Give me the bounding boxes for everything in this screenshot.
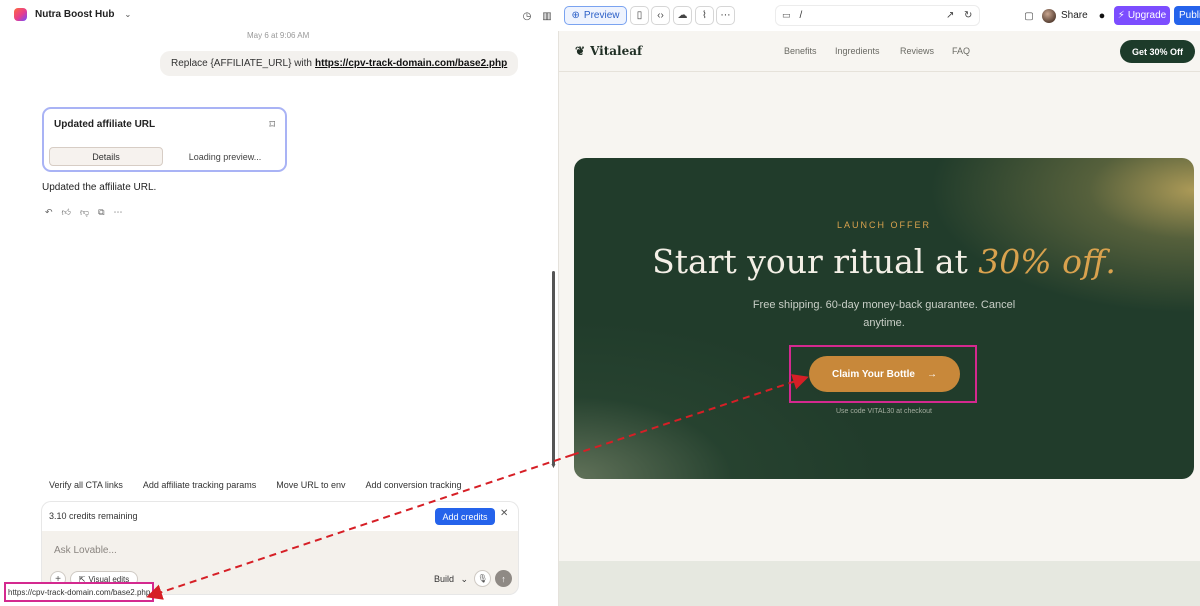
loading-preview-button[interactable]: Loading preview... (168, 147, 282, 166)
device-icon: ▭ (782, 10, 791, 20)
thumbs-down-icon[interactable]: 👎︎ (80, 207, 89, 218)
details-label: Details (92, 151, 120, 162)
share-label: Share (1061, 10, 1088, 21)
hero-headline-main: Start your ritual at (652, 242, 968, 281)
open-external-icon[interactable]: ↗ (946, 10, 954, 21)
promo-code-note: Use code VITAL30 at checkout (836, 408, 932, 415)
lightning-icon: ⚡ (1117, 10, 1125, 21)
lovable-logo-icon (14, 8, 27, 21)
avatar (1042, 8, 1056, 23)
send-button[interactable]: ↑ (495, 570, 512, 587)
suggestion-chip[interactable]: Move URL to env (269, 475, 353, 495)
credits-remaining: 3.10 credits remaining (49, 511, 138, 521)
chat-toggle-icon[interactable]: ▢ (1021, 8, 1037, 24)
chat-panel: May 6 at 9:06 AM Replace {AFFILIATE_URL}… (0, 31, 558, 606)
user-message-text: Replace {AFFILIATE_URL} with (171, 58, 312, 69)
chevron-down-icon: ⌄ (124, 10, 132, 19)
loading-preview-label: Loading preview... (188, 151, 262, 162)
nav-cta-label: Get 30% Off (1131, 46, 1183, 57)
more-tab[interactable]: ⋯ (716, 6, 735, 25)
reply-actions: ↶ 👍︎ 👎︎ ⧉ ⋯ (45, 207, 123, 218)
code-icon: ‹› (657, 10, 664, 21)
close-icon[interactable]: ✕ (500, 508, 508, 519)
project-name: Nutra Boost Hub (35, 9, 115, 20)
publish-label: Publi (1179, 10, 1200, 21)
cloud-tab[interactable]: ☁ (673, 6, 692, 25)
analytics-tab[interactable]: ⌇ (695, 6, 714, 25)
suggestion-chip[interactable]: Add conversion tracking (358, 475, 469, 495)
github-icon[interactable]: ● (1094, 8, 1110, 24)
nav-link-reviews[interactable]: Reviews (900, 46, 934, 56)
hero-section: LAUNCH OFFER Start your ritual at 30% of… (574, 158, 1194, 479)
files-tab[interactable]: ▯ (630, 6, 649, 25)
leaf-icon: ❦ (575, 44, 586, 58)
upgrade-button[interactable]: ⚡ Upgrade (1114, 6, 1170, 25)
undo-icon[interactable]: ↶ (45, 207, 53, 218)
details-button[interactable]: Details (49, 147, 163, 166)
project-switcher[interactable]: Nutra Boost Hub ⌄ (14, 8, 131, 21)
mode-select[interactable]: Build ⌄ (434, 574, 468, 585)
app-root: Nutra Boost Hub ⌄ ◷ ▥ ⊕ Preview ▯ ‹› ☁ ⌇… (0, 0, 1200, 606)
more-actions-icon[interactable]: ⋯ (114, 207, 123, 218)
url-path: / (799, 10, 803, 21)
preview-tab-label: Preview (583, 10, 620, 21)
site-navbar: ❦ Vitaleaf Benefits Ingredients Reviews … (559, 31, 1200, 72)
card-title: Updated affiliate URL (54, 119, 156, 130)
status-bar-link-url: https://cpv-track-domain.com/base2.php (4, 582, 155, 602)
hero-subtext: Free shipping. 60-day money-back guarant… (752, 299, 1016, 329)
scroll-down-icon[interactable]: ▼ (550, 463, 557, 470)
history-icon[interactable]: ◷ (519, 8, 535, 24)
copy-icon[interactable]: ⧉ (98, 207, 104, 218)
microphone-icon: 🎙︎ (477, 574, 488, 583)
add-credits-label: Add credits (442, 511, 488, 522)
thumbs-up-icon[interactable]: 👍︎ (62, 207, 71, 218)
share-button[interactable]: Share (1042, 6, 1088, 25)
hero-headline-accent: 30% off. (978, 242, 1116, 281)
user-message: Replace {AFFILIATE_URL} with https://cpv… (160, 51, 519, 76)
nav-cta-button[interactable]: Get 30% Off (1120, 40, 1195, 63)
chart-icon: ⌇ (702, 10, 707, 21)
assistant-reply: Updated the affiliate URL. (42, 182, 157, 193)
site-logo-text: Vitaleaf (590, 44, 643, 58)
next-section-band (559, 561, 1200, 606)
top-bar: Nutra Boost Hub ⌄ ◷ ▥ ⊕ Preview ▯ ‹› ☁ ⌇… (0, 0, 1200, 31)
nav-link-faq[interactable]: FAQ (952, 46, 970, 56)
user-message-link[interactable]: https://cpv-track-domain.com/base2.php (315, 58, 507, 69)
message-timestamp: May 6 at 9:06 AM (247, 31, 310, 40)
nav-link-ingredients[interactable]: Ingredients (835, 46, 880, 56)
site-logo[interactable]: ❦ Vitaleaf (575, 44, 642, 58)
more-icon: ⋯ (720, 10, 731, 21)
chat-scrollbar[interactable] (552, 271, 555, 466)
site-preview: ❦ Vitaleaf Benefits Ingredients Reviews … (558, 31, 1200, 606)
hero-eyebrow: LAUNCH OFFER (836, 220, 931, 230)
hero-headline: Start your ritual at 30% off. (574, 242, 1194, 281)
chevron-down-icon: ⌄ (460, 574, 469, 584)
edit-summary-card: Updated affiliate URL ⌑ Details Loading … (42, 107, 287, 172)
file-icon: ▯ (636, 10, 643, 21)
composer-placeholder[interactable]: Ask Lovable... (54, 545, 117, 556)
code-tab[interactable]: ‹› (651, 6, 670, 25)
suggestion-chip[interactable]: Verify all CTA links (42, 475, 130, 495)
credits-banner: 3.10 credits remaining Add credits ✕ (41, 501, 519, 531)
add-credits-button[interactable]: Add credits (435, 508, 495, 525)
publish-button[interactable]: Publi (1174, 6, 1200, 25)
status-bar-url-text: https://cpv-track-domain.com/base2.php (8, 587, 151, 597)
suggestion-chips: Verify all CTA links Add affiliate track… (42, 475, 469, 495)
arrow-up-icon: ↑ (501, 573, 506, 584)
cta-highlight-box (789, 345, 977, 403)
refresh-icon[interactable]: ↻ (964, 10, 972, 21)
microphone-button[interactable]: 🎙︎ (474, 570, 491, 587)
nav-link-benefits[interactable]: Benefits (784, 46, 817, 56)
suggestion-chip[interactable]: Add affiliate tracking params (135, 475, 264, 495)
preview-tab[interactable]: ⊕ Preview (564, 6, 627, 25)
cloud-icon: ☁ (677, 10, 688, 21)
preview-url-bar[interactable]: ▭ / ↗ ↻ (775, 5, 980, 26)
mode-label: Build (434, 574, 455, 584)
globe-icon: ⊕ (571, 10, 580, 21)
sidebar-toggle-icon[interactable]: ▥ (539, 8, 555, 24)
upgrade-label: Upgrade (1127, 10, 1167, 21)
bookmark-icon[interactable]: ⌑ (269, 118, 275, 131)
